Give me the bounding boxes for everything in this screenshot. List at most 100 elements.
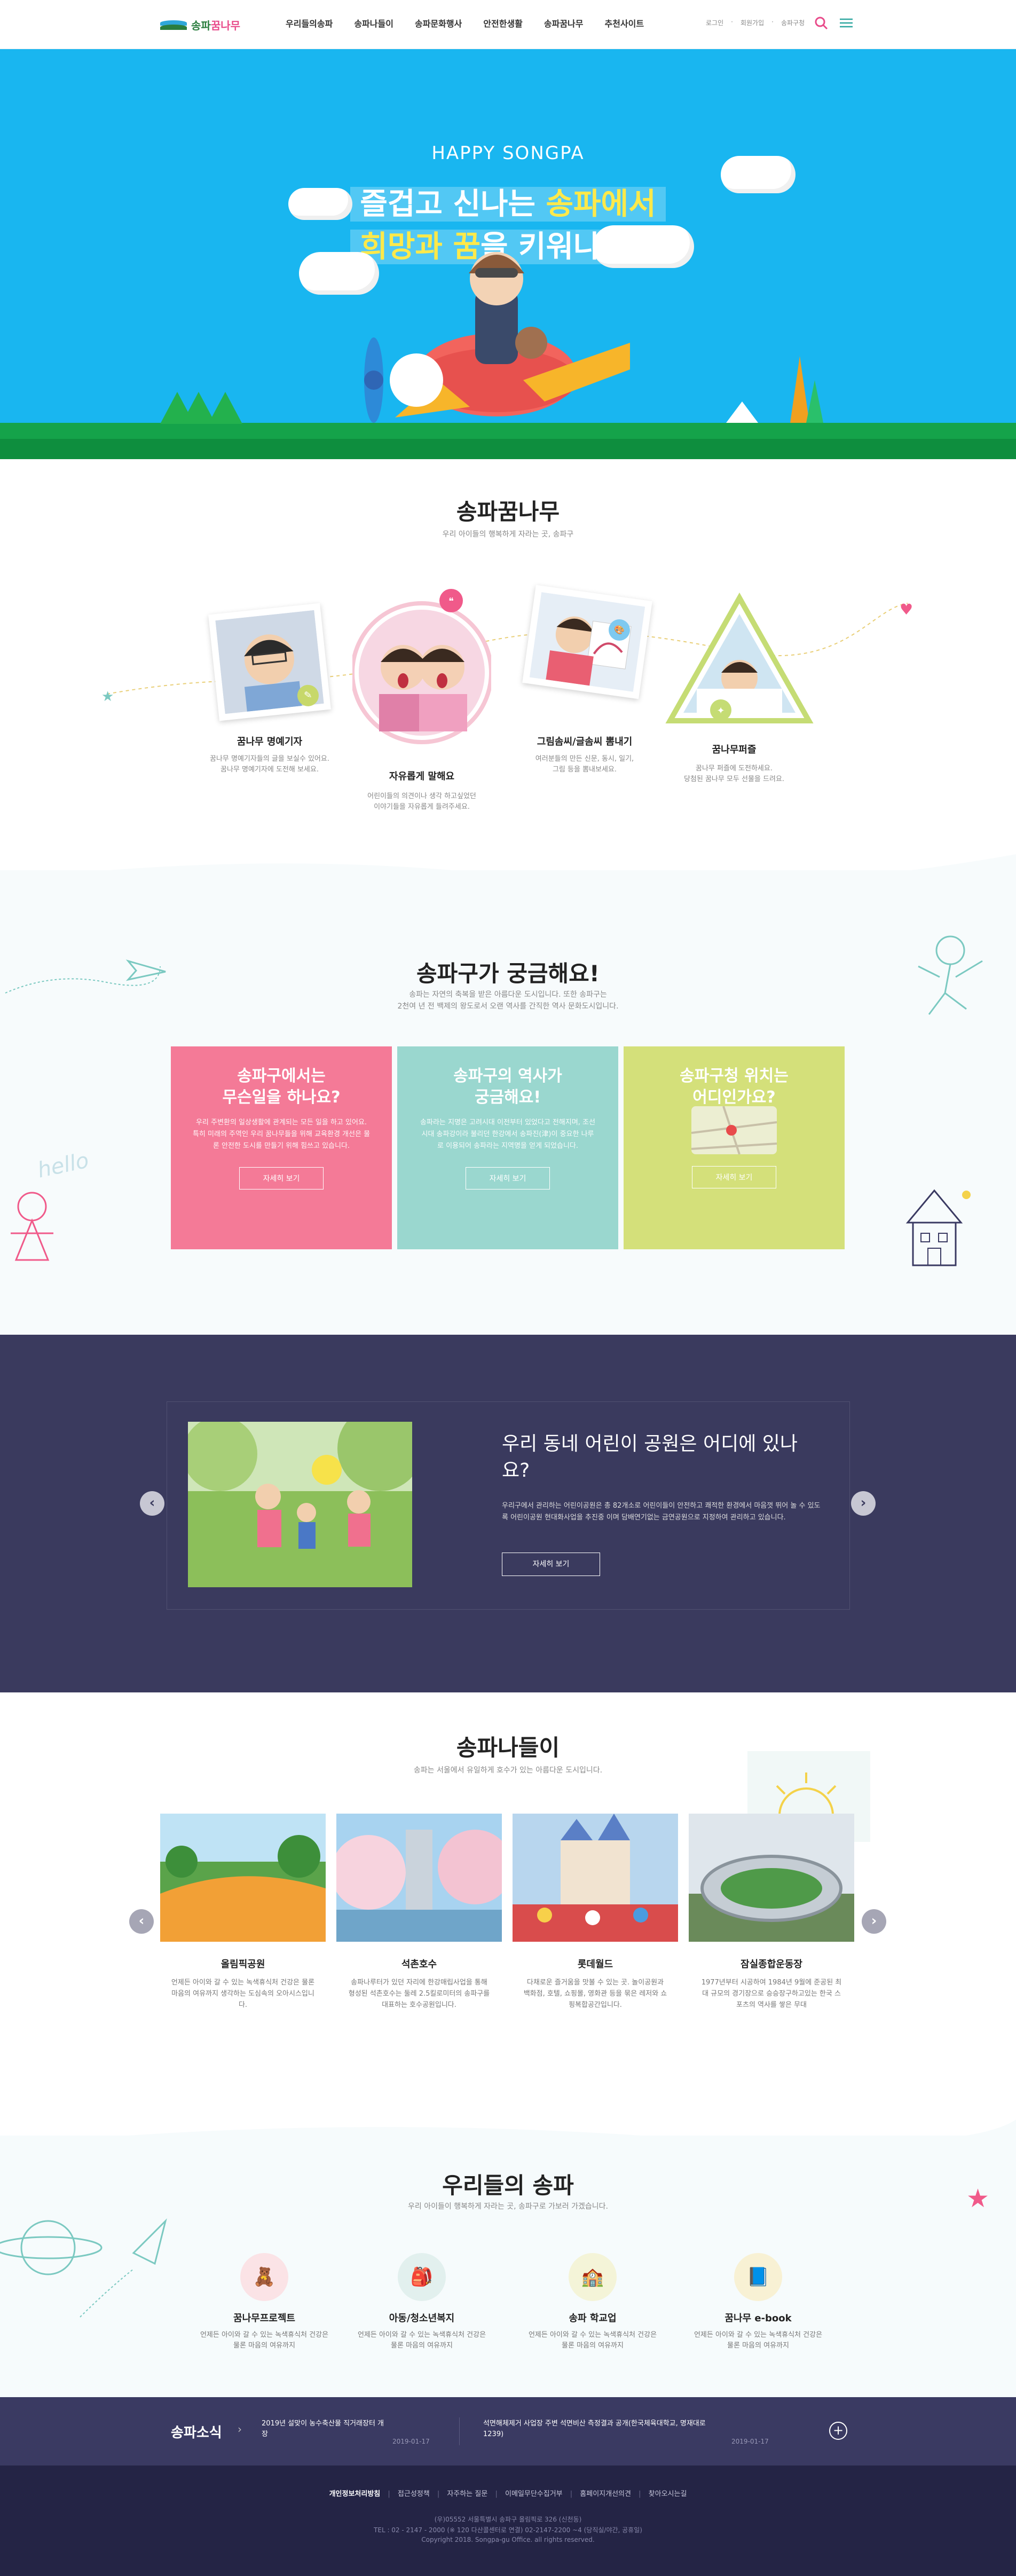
util-links: 로그인 · 회원가입 · 송파구청 — [706, 18, 805, 27]
place-desc-stadium: 1977년부터 시공하여 1984년 9월에 준공된 최대 규모의 경기장으로 … — [701, 1979, 842, 2009]
news-item-2-title[interactable]: 석면해체제거 사업장 주변 석면비산 측정결과 공개(한국체육대학교, 명재대로… — [483, 2419, 707, 2440]
service-desc-school: 언제든 아이와 갈 수 있는 녹색휴식처 건강은 물론 마음의 여유까지 — [528, 2331, 657, 2350]
footer-sep: | — [495, 2490, 498, 2498]
art-card-image[interactable] — [522, 585, 652, 699]
site-logo[interactable]: 송파꿈나무 — [160, 15, 246, 34]
more-button-history[interactable]: 자세히 보기 — [465, 1167, 550, 1189]
jumping-kid-doodle — [918, 935, 983, 1015]
footer-link-faq[interactable]: 자주하는 질문 — [447, 2490, 487, 2498]
nav-item-safety[interactable]: 안전한생활 — [472, 17, 533, 31]
service-item-ebook[interactable]: 📘 꿈나무 e-book 언제든 아이와 갈 수 있는 녹색휴식처 건강은 물론… — [675, 2253, 841, 2351]
info-title-history: 송파구의 역사가 궁금해요! — [453, 1067, 562, 1107]
footer-sep: | — [639, 2490, 641, 2498]
place-name-seokchon: 석촌호수 — [401, 1959, 437, 1970]
backpack-icon: 🎒 — [398, 2253, 446, 2301]
service-item-dream-project[interactable]: 🧸 꿈나무프로젝트 언제든 아이와 갈 수 있는 녹색휴식처 건강은 물론 마음… — [182, 2253, 347, 2351]
service-desc-welfare: 언제든 아이와 갈 수 있는 녹색휴식처 건강은 물론 마음의 여유까지 — [357, 2331, 486, 2350]
planet-rocket-doodle — [0, 2218, 167, 2318]
footer-sep: | — [437, 2490, 440, 2498]
nav-item-sites[interactable]: 추천사이트 — [594, 17, 655, 31]
hero-line-1b: 송파에서 — [546, 187, 656, 222]
news-more-button[interactable]: + — [829, 2422, 847, 2440]
heart-icon: ♥ — [900, 601, 913, 618]
hero-banner: HAPPY SONGPA 즐겁고 신나는 송파에서 희망과 꿈을 키워나가요 — [0, 49, 1016, 459]
speak-card-image[interactable]: ❝ — [352, 577, 491, 753]
news-item-1-title[interactable]: 2019년 설맞이 농수축산물 직거래장터 개장 — [262, 2419, 384, 2440]
place-name-stadium: 잠실종합운동장 — [741, 1959, 802, 1970]
site-footer: 개인정보처리방침 | 접근성정책 | 자주하는 질문 | 이메일무단수집거부 |… — [0, 2465, 1016, 2576]
tent-illustration — [726, 401, 758, 423]
info-desc-history: 송파라는 지명은 고려시대 이전부터 있었다고 전해지며, 조선시대 송파강이라… — [420, 1118, 595, 1150]
card-title-speak[interactable]: 자유롭게 말해요 — [352, 769, 491, 783]
tree-illustration — [806, 380, 823, 423]
news-bar: 송파소식 › 2019년 설맞이 농수축산물 직거래장터 개장 2019-01-… — [0, 2397, 1016, 2465]
footer-link-directions[interactable]: 찾아오시는길 — [649, 2490, 687, 2498]
page: 송파꿈나무 우리들의송파 송파나들이 송파문화행사 안전한생활 송파꿈나무 추천… — [0, 0, 1016, 2576]
place-desc-olympic: 언제든 아이와 갈 수 있는 녹색휴식처 건강은 물론 마음의 여유까지 생각하… — [171, 1979, 315, 2009]
nanum-next-button[interactable]: › — [862, 1909, 886, 1934]
news-divider — [459, 2417, 460, 2445]
info-title-location: 송파구청 위치는 어디인가요? — [680, 1067, 789, 1107]
footer-link-feedback[interactable]: 홈페이지개선의견 — [580, 2490, 631, 2498]
hero-line-1: 즐겁고 신나는 송파에서 — [0, 180, 1016, 223]
place-card-stadium[interactable]: 잠실종합운동장 1977년부터 시공하여 1984년 9월에 준공된 최대 규모… — [689, 1814, 854, 2011]
wave-divider — [0, 854, 1016, 908]
park-next-button[interactable]: › — [851, 1491, 876, 1516]
footer-link-privacy[interactable]: 개인정보처리방침 — [329, 2490, 381, 2498]
card-desc-reporter: 꿈나무 명예기자들의 글을 보실수 있어요. 꿈나무 명예기자에 도전해 보세요… — [210, 755, 329, 774]
footer-link-email[interactable]: 이메일무단수집거부 — [505, 2490, 563, 2498]
util-sep-2: · — [771, 18, 774, 26]
info-box-location: 송파구청 위치는 어디인가요? 자세히 보기 — [624, 1046, 845, 1249]
nav-item-outing[interactable]: 송파나들이 — [343, 17, 404, 31]
puzzle-card-image[interactable]: ✦ — [665, 593, 814, 726]
park-more-button[interactable]: 자세히 보기 — [502, 1553, 600, 1576]
gu-office-link[interactable]: 송파구청 — [781, 18, 805, 27]
seokchon-lake-photo — [331, 1814, 513, 1942]
info-title-work: 송파구에서는 무슨일을 하나요? — [222, 1067, 341, 1107]
more-button-work[interactable]: 자세히 보기 — [239, 1167, 324, 1189]
our-title: 우리들의 송파 — [442, 2172, 574, 2199]
nav-item-culture[interactable]: 송파문화행사 — [404, 17, 472, 31]
card-title-puzzle[interactable]: 꿈나무퍼즐 — [665, 742, 804, 756]
reporter-card-image[interactable]: ✎ — [208, 603, 331, 721]
more-button-location[interactable]: 자세히 보기 — [691, 1166, 777, 1188]
hello-doodle: hello — [35, 1148, 91, 1183]
star-icon: ★ — [101, 689, 114, 705]
svg-text:❝: ❝ — [448, 596, 454, 607]
svg-text:✦: ✦ — [716, 705, 724, 716]
footer-copyright: Copyright 2018. Songpa-gu Office. all ri… — [421, 2536, 595, 2543]
card-desc-speak: 어린이들의 의견이나 생각 하고싶었던 이야기들을 자유롭게 들려주세요. — [367, 792, 476, 811]
menu-icon[interactable] — [838, 15, 854, 31]
place-card-seokchon[interactable]: 석촌호수 송파나루터가 있던 자리에 한강매립사업을 통해 형성된 석촌호수는 … — [331, 1814, 513, 2011]
join-link[interactable]: 회원가입 — [741, 18, 764, 27]
footer-sep: | — [388, 2490, 390, 2498]
map-illustration — [691, 1106, 777, 1155]
footer-sep: | — [570, 2490, 573, 2498]
util-sep-1: · — [731, 18, 733, 26]
footer-link-accessibility[interactable]: 접근성정책 — [398, 2490, 430, 2498]
chevron-right-icon: › — [238, 2423, 242, 2436]
search-icon[interactable] — [813, 15, 829, 31]
nav-item-our-songpa[interactable]: 우리들의송파 — [275, 17, 343, 31]
footer-tel: TEL : 02 - 2147 - 2000 (※ 120 다산콜센터로 연결)… — [374, 2526, 642, 2534]
art-photo — [529, 592, 645, 692]
service-item-school[interactable]: 🏫 송파 학교업 언제든 아이와 갈 수 있는 녹색휴식처 건강은 물론 마음의… — [510, 2253, 675, 2351]
stadium-photo — [689, 1814, 854, 1942]
logo-text-b: 꿈나무 — [210, 19, 241, 32]
card-title-art[interactable]: 그림솜씨/글솜씨 뽐내기 — [515, 734, 654, 748]
service-item-welfare[interactable]: 🎒 아동/청소년복지 언제든 아이와 갈 수 있는 녹색휴식처 건강은 물론 마… — [339, 2253, 505, 2351]
nav-item-dream[interactable]: 송파꿈나무 — [533, 17, 594, 31]
place-card-lotteworld[interactable]: 롯데월드 다채로운 즐거움을 맛볼 수 있는 곳. 놀이공원과 백화점, 호텔,… — [513, 1814, 678, 2011]
info-box-work: 송파구에서는 무슨일을 하나요? 우리 주변환의 일상생활에 관계되는 모든 일… — [171, 1046, 392, 1249]
ground-strip — [0, 439, 1016, 459]
nanum-prev-button[interactable]: ‹ — [129, 1909, 154, 1934]
login-link[interactable]: 로그인 — [706, 18, 723, 27]
school-icon: 🏫 — [569, 2253, 617, 2301]
our-songpa-section: 우리들의 송파 우리 아이들이 행복하게 자라는 곳, 송파구로 가보러 가겠습… — [0, 2120, 1016, 2397]
place-name-olympic: 올림픽공원 — [220, 1959, 265, 1970]
site-header: 송파꿈나무 우리들의송파 송파나들이 송파문화행사 안전한생활 송파꿈나무 추천… — [0, 0, 1016, 49]
card-title-reporter[interactable]: 꿈나무 명예기자 — [200, 734, 339, 748]
girl-doodle — [11, 1192, 53, 1261]
place-card-olympic[interactable]: 올림픽공원 언제든 아이와 갈 수 있는 녹색휴식처 건강은 물론 마음의 여유… — [160, 1814, 326, 2011]
park-prev-button[interactable]: ‹ — [140, 1491, 164, 1516]
